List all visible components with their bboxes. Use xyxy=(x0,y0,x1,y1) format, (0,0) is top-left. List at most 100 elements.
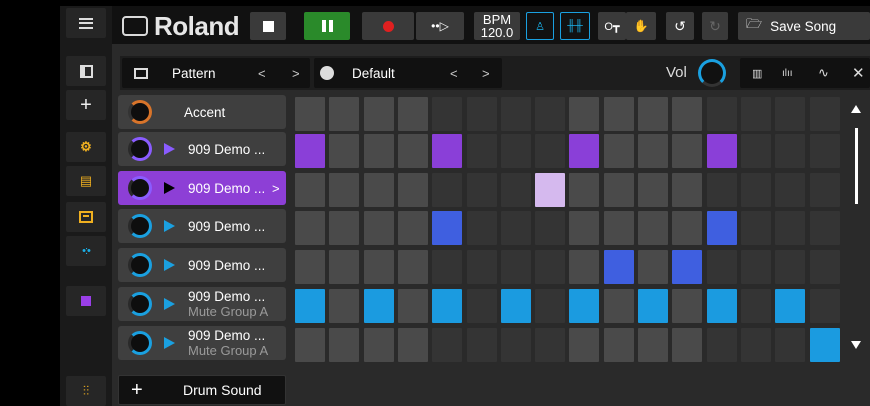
step-cell-active[interactable] xyxy=(500,289,531,323)
step-cell[interactable] xyxy=(672,289,703,323)
step-cell[interactable] xyxy=(535,134,566,168)
step-cell[interactable] xyxy=(535,97,566,131)
step-cell[interactable] xyxy=(363,173,394,207)
step-cell[interactable] xyxy=(397,250,428,284)
step-cell[interactable] xyxy=(295,97,325,131)
step-cell[interactable] xyxy=(466,134,497,168)
step-cell[interactable] xyxy=(500,328,531,362)
step-cell[interactable] xyxy=(466,97,497,131)
undo-button[interactable]: ↺ xyxy=(666,12,694,40)
step-cell[interactable] xyxy=(706,97,737,131)
step-cell[interactable] xyxy=(363,328,394,362)
step-cell[interactable] xyxy=(603,173,634,207)
scrollbar-thumb[interactable] xyxy=(855,128,858,204)
step-cell[interactable] xyxy=(500,211,531,245)
automation-icon[interactable]: ∿ xyxy=(818,65,829,81)
step-cell[interactable] xyxy=(432,173,463,207)
close-button[interactable]: ✕ xyxy=(852,64,865,82)
track-row[interactable]: 909 Demo ... xyxy=(118,248,286,282)
step-cell-active[interactable] xyxy=(432,289,463,323)
save-song-button[interactable]: 🗁 Save Song xyxy=(738,12,870,40)
step-cell[interactable] xyxy=(432,250,463,284)
step-cell[interactable] xyxy=(500,134,531,168)
step-cell[interactable] xyxy=(329,97,360,131)
kit-prev-button[interactable]: < xyxy=(450,66,458,81)
step-cell[interactable] xyxy=(466,211,497,245)
track-play-icon[interactable] xyxy=(164,220,175,232)
step-cell[interactable] xyxy=(363,134,394,168)
step-cell[interactable] xyxy=(432,97,463,131)
step-cell[interactable] xyxy=(329,250,360,284)
step-cell[interactable] xyxy=(295,250,325,284)
step-cell[interactable] xyxy=(466,328,497,362)
step-cell[interactable] xyxy=(535,250,566,284)
step-cell[interactable] xyxy=(569,97,600,131)
step-cell[interactable] xyxy=(466,289,497,323)
step-advance-button[interactable]: ••▷ xyxy=(416,12,464,40)
step-cell[interactable] xyxy=(500,250,531,284)
track-play-icon[interactable] xyxy=(164,337,175,349)
track-volume-knob[interactable] xyxy=(128,100,152,124)
track-volume-knob[interactable] xyxy=(128,253,152,277)
step-cell[interactable] xyxy=(603,289,634,323)
step-cell-active[interactable] xyxy=(706,289,737,323)
step-cell[interactable] xyxy=(397,173,428,207)
step-cell[interactable] xyxy=(569,328,600,362)
step-cell[interactable] xyxy=(672,211,703,245)
step-cell[interactable] xyxy=(603,97,634,131)
pads-view-button[interactable]: •:• xyxy=(66,236,106,266)
step-cell-active[interactable] xyxy=(569,134,600,168)
step-cell[interactable] xyxy=(569,173,600,207)
step-cell[interactable] xyxy=(740,289,771,323)
step-cell[interactable] xyxy=(740,211,771,245)
step-cell[interactable] xyxy=(397,289,428,323)
step-cell[interactable] xyxy=(535,328,566,362)
redo-button[interactable]: ↻ xyxy=(702,12,728,40)
kit-edit-button[interactable]: ▤ xyxy=(66,166,106,196)
step-cell[interactable] xyxy=(295,173,325,207)
step-cell[interactable] xyxy=(603,211,634,245)
step-cell[interactable] xyxy=(809,250,840,284)
step-cell[interactable] xyxy=(672,328,703,362)
step-cell-active[interactable] xyxy=(432,211,463,245)
track-play-icon[interactable] xyxy=(164,143,175,155)
step-cell-active[interactable] xyxy=(706,134,737,168)
kit-next-button[interactable]: > xyxy=(482,66,490,81)
step-cell[interactable] xyxy=(295,211,325,245)
step-cell[interactable] xyxy=(672,173,703,207)
track-play-icon[interactable] xyxy=(164,259,175,271)
step-cell-active[interactable] xyxy=(706,211,737,245)
step-cell[interactable] xyxy=(740,134,771,168)
step-cell[interactable] xyxy=(809,97,840,131)
menu-button[interactable] xyxy=(66,8,106,38)
track-row[interactable]: 909 Demo ... xyxy=(118,132,286,166)
step-cell[interactable] xyxy=(329,173,360,207)
step-cell[interactable] xyxy=(809,173,840,207)
pattern-list-button[interactable] xyxy=(66,56,106,86)
step-cell[interactable] xyxy=(603,328,634,362)
step-cell[interactable] xyxy=(363,97,394,131)
pattern-prev-button[interactable]: < xyxy=(258,66,266,81)
step-cell[interactable] xyxy=(638,250,668,284)
pause-button[interactable] xyxy=(304,12,350,40)
track-play-icon[interactable] xyxy=(164,298,175,310)
track-volume-knob[interactable] xyxy=(128,176,152,200)
step-cell[interactable] xyxy=(363,211,394,245)
step-cell[interactable] xyxy=(569,250,600,284)
track-volume-knob[interactable] xyxy=(128,292,152,316)
step-cell[interactable] xyxy=(809,289,840,323)
step-cell[interactable] xyxy=(775,173,806,207)
step-cell[interactable] xyxy=(569,211,600,245)
step-cell[interactable] xyxy=(809,134,840,168)
import-button[interactable] xyxy=(66,202,106,232)
grid-view-button[interactable] xyxy=(66,286,106,316)
step-cell[interactable] xyxy=(740,328,771,362)
add-drum-sound-button[interactable]: + Drum Sound xyxy=(118,375,286,405)
track-volume-knob[interactable] xyxy=(128,331,152,355)
step-cell-active[interactable] xyxy=(535,173,566,207)
step-cell[interactable] xyxy=(329,134,360,168)
step-cell[interactable] xyxy=(775,211,806,245)
track-volume-knob[interactable] xyxy=(128,137,152,161)
key-button[interactable]: O┳ xyxy=(598,12,626,40)
stop-button[interactable] xyxy=(250,12,286,40)
